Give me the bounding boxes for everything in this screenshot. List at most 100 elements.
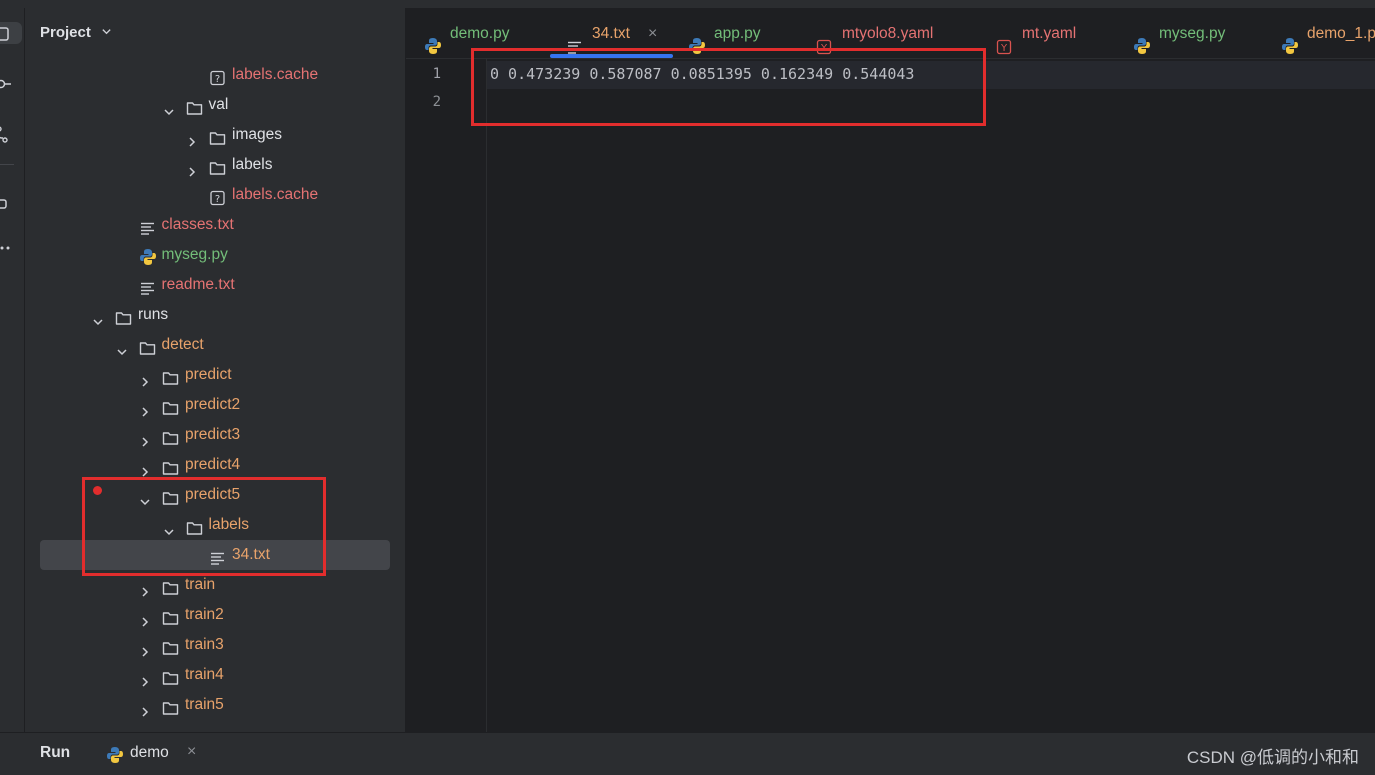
folder-icon: [186, 97, 203, 115]
tree-item-label: train4: [185, 666, 224, 683]
text-file-icon: [139, 277, 156, 295]
tree-item[interactable]: val: [25, 90, 405, 120]
svg-text:?: ?: [215, 194, 220, 205]
chevron-down-icon[interactable]: [92, 309, 104, 326]
folder-icon: [162, 397, 179, 415]
tree-item[interactable]: readme.txt: [25, 270, 405, 300]
unknown-file-icon: ?: [209, 67, 226, 86]
top-strip: [0, 0, 1375, 8]
tree-item-label: readme.txt: [161, 276, 235, 293]
python-file-icon: [106, 746, 124, 769]
tree-item[interactable]: runs: [25, 300, 405, 330]
text-file-icon: [139, 217, 156, 235]
tree-item[interactable]: train4: [25, 660, 405, 690]
svg-text:Y: Y: [1000, 43, 1008, 54]
folder-icon: [162, 577, 179, 595]
pull-requests-icon[interactable]: [0, 122, 22, 144]
folder-icon: [162, 457, 179, 475]
folder-icon: [162, 427, 179, 445]
run-tab-label: demo: [130, 744, 169, 761]
unknown-file-icon: ?: [209, 187, 226, 206]
chevron-right-icon[interactable]: [139, 609, 151, 627]
close-icon[interactable]: ×: [187, 743, 196, 761]
chevron-right-icon[interactable]: [139, 669, 151, 687]
tree-item[interactable]: predict3: [25, 420, 405, 450]
chevron-right-icon[interactable]: [186, 159, 198, 177]
tree-item-label: labels: [232, 156, 273, 173]
tree-item-label: labels.cache: [232, 66, 319, 83]
breakpoint-dot: [93, 486, 102, 495]
tree-item[interactable]: detect: [25, 330, 405, 360]
chevron-down-icon: [101, 24, 112, 41]
chevron-right-icon[interactable]: [139, 459, 151, 477]
chevron-right-icon[interactable]: [139, 369, 151, 387]
tree-item[interactable]: predict2: [25, 390, 405, 420]
tree-item-label: train5: [185, 696, 224, 713]
commit-icon[interactable]: [0, 72, 22, 94]
line-number: 2: [432, 94, 441, 110]
line-number-gutter: 1 2: [406, 59, 487, 732]
tree-item-label: classes.txt: [161, 216, 234, 233]
line-number: 1: [432, 66, 441, 82]
tree-item[interactable]: predict: [25, 360, 405, 390]
python-file-icon: [1281, 25, 1299, 54]
tree-item-label: predict2: [185, 396, 241, 413]
folder-icon: [209, 157, 226, 175]
tree-item[interactable]: predict4: [25, 450, 405, 480]
yaml-file-icon: Y: [996, 25, 1014, 55]
highlight-box-editor: [471, 48, 986, 126]
tree-item[interactable]: ? labels.cache: [25, 60, 405, 90]
tree-item-label: myseg.py: [161, 246, 228, 263]
editor-tab-label: demo_1.p: [1307, 25, 1375, 42]
tool-separator: [0, 164, 14, 165]
chevron-down-icon[interactable]: [116, 339, 128, 356]
svg-text:?: ?: [215, 74, 220, 85]
chevron-right-icon[interactable]: [186, 129, 198, 147]
tree-item[interactable]: train3: [25, 630, 405, 660]
tree-item-label: train2: [185, 606, 224, 623]
tree-item[interactable]: train5: [25, 690, 405, 720]
folder-icon: [139, 337, 156, 355]
chevron-right-icon[interactable]: [139, 579, 151, 597]
run-tool-label[interactable]: Run: [40, 744, 70, 762]
tree-item[interactable]: labels: [25, 150, 405, 180]
tree-item[interactable]: images: [25, 120, 405, 150]
chevron-right-icon[interactable]: [139, 399, 151, 417]
python-file-icon: [1133, 25, 1151, 54]
chevron-right-icon[interactable]: [139, 639, 151, 657]
python-file-icon: [424, 25, 442, 54]
tree-item-label: predict4: [185, 456, 241, 473]
python-file-icon: [688, 25, 706, 54]
tree-item-label: val: [208, 96, 229, 113]
editor[interactable]: 1 2 0 0.473239 0.587087 0.0851395 0.1623…: [406, 59, 1375, 732]
tree-item-label: predict: [185, 366, 232, 383]
yaml-file-icon: Y: [816, 25, 834, 55]
python-file-icon: [139, 247, 156, 265]
more-tools-icon[interactable]: [0, 236, 22, 258]
tree-item-label: detect: [161, 336, 204, 353]
tree-item-label: train3: [185, 636, 224, 653]
folder-icon: [115, 307, 132, 325]
folder-icon: [162, 667, 179, 685]
tree-item[interactable]: train2: [25, 600, 405, 630]
tree-item-label: runs: [138, 306, 169, 323]
folder-icon: [162, 637, 179, 655]
tree-item[interactable]: classes.txt: [25, 210, 405, 240]
watermark-text: CSDN @低调的小和和: [1186, 748, 1359, 767]
tree-item[interactable]: ? labels.cache: [25, 180, 405, 210]
folder-icon: [209, 127, 226, 145]
chevron-right-icon[interactable]: [139, 429, 151, 447]
folder-icon: [162, 367, 179, 385]
tool-window-strip: [0, 8, 25, 732]
editor-tab-label: mt.yaml: [1022, 25, 1077, 42]
structure-icon[interactable]: [0, 192, 22, 214]
bottom-tool-bar: Run demo × CSDN @低调的小和和: [0, 732, 1375, 775]
tree-item[interactable]: myseg.py: [25, 240, 405, 270]
tree-item-label: predict3: [185, 426, 241, 443]
folder-icon: [162, 607, 179, 625]
project-tool-icon[interactable]: [0, 22, 22, 44]
project-panel: Project ? labels.cache val images labels? lab…: [25, 8, 405, 732]
chevron-down-icon[interactable]: [163, 99, 175, 116]
project-panel-title[interactable]: Project: [40, 24, 112, 41]
chevron-right-icon[interactable]: [139, 699, 151, 717]
